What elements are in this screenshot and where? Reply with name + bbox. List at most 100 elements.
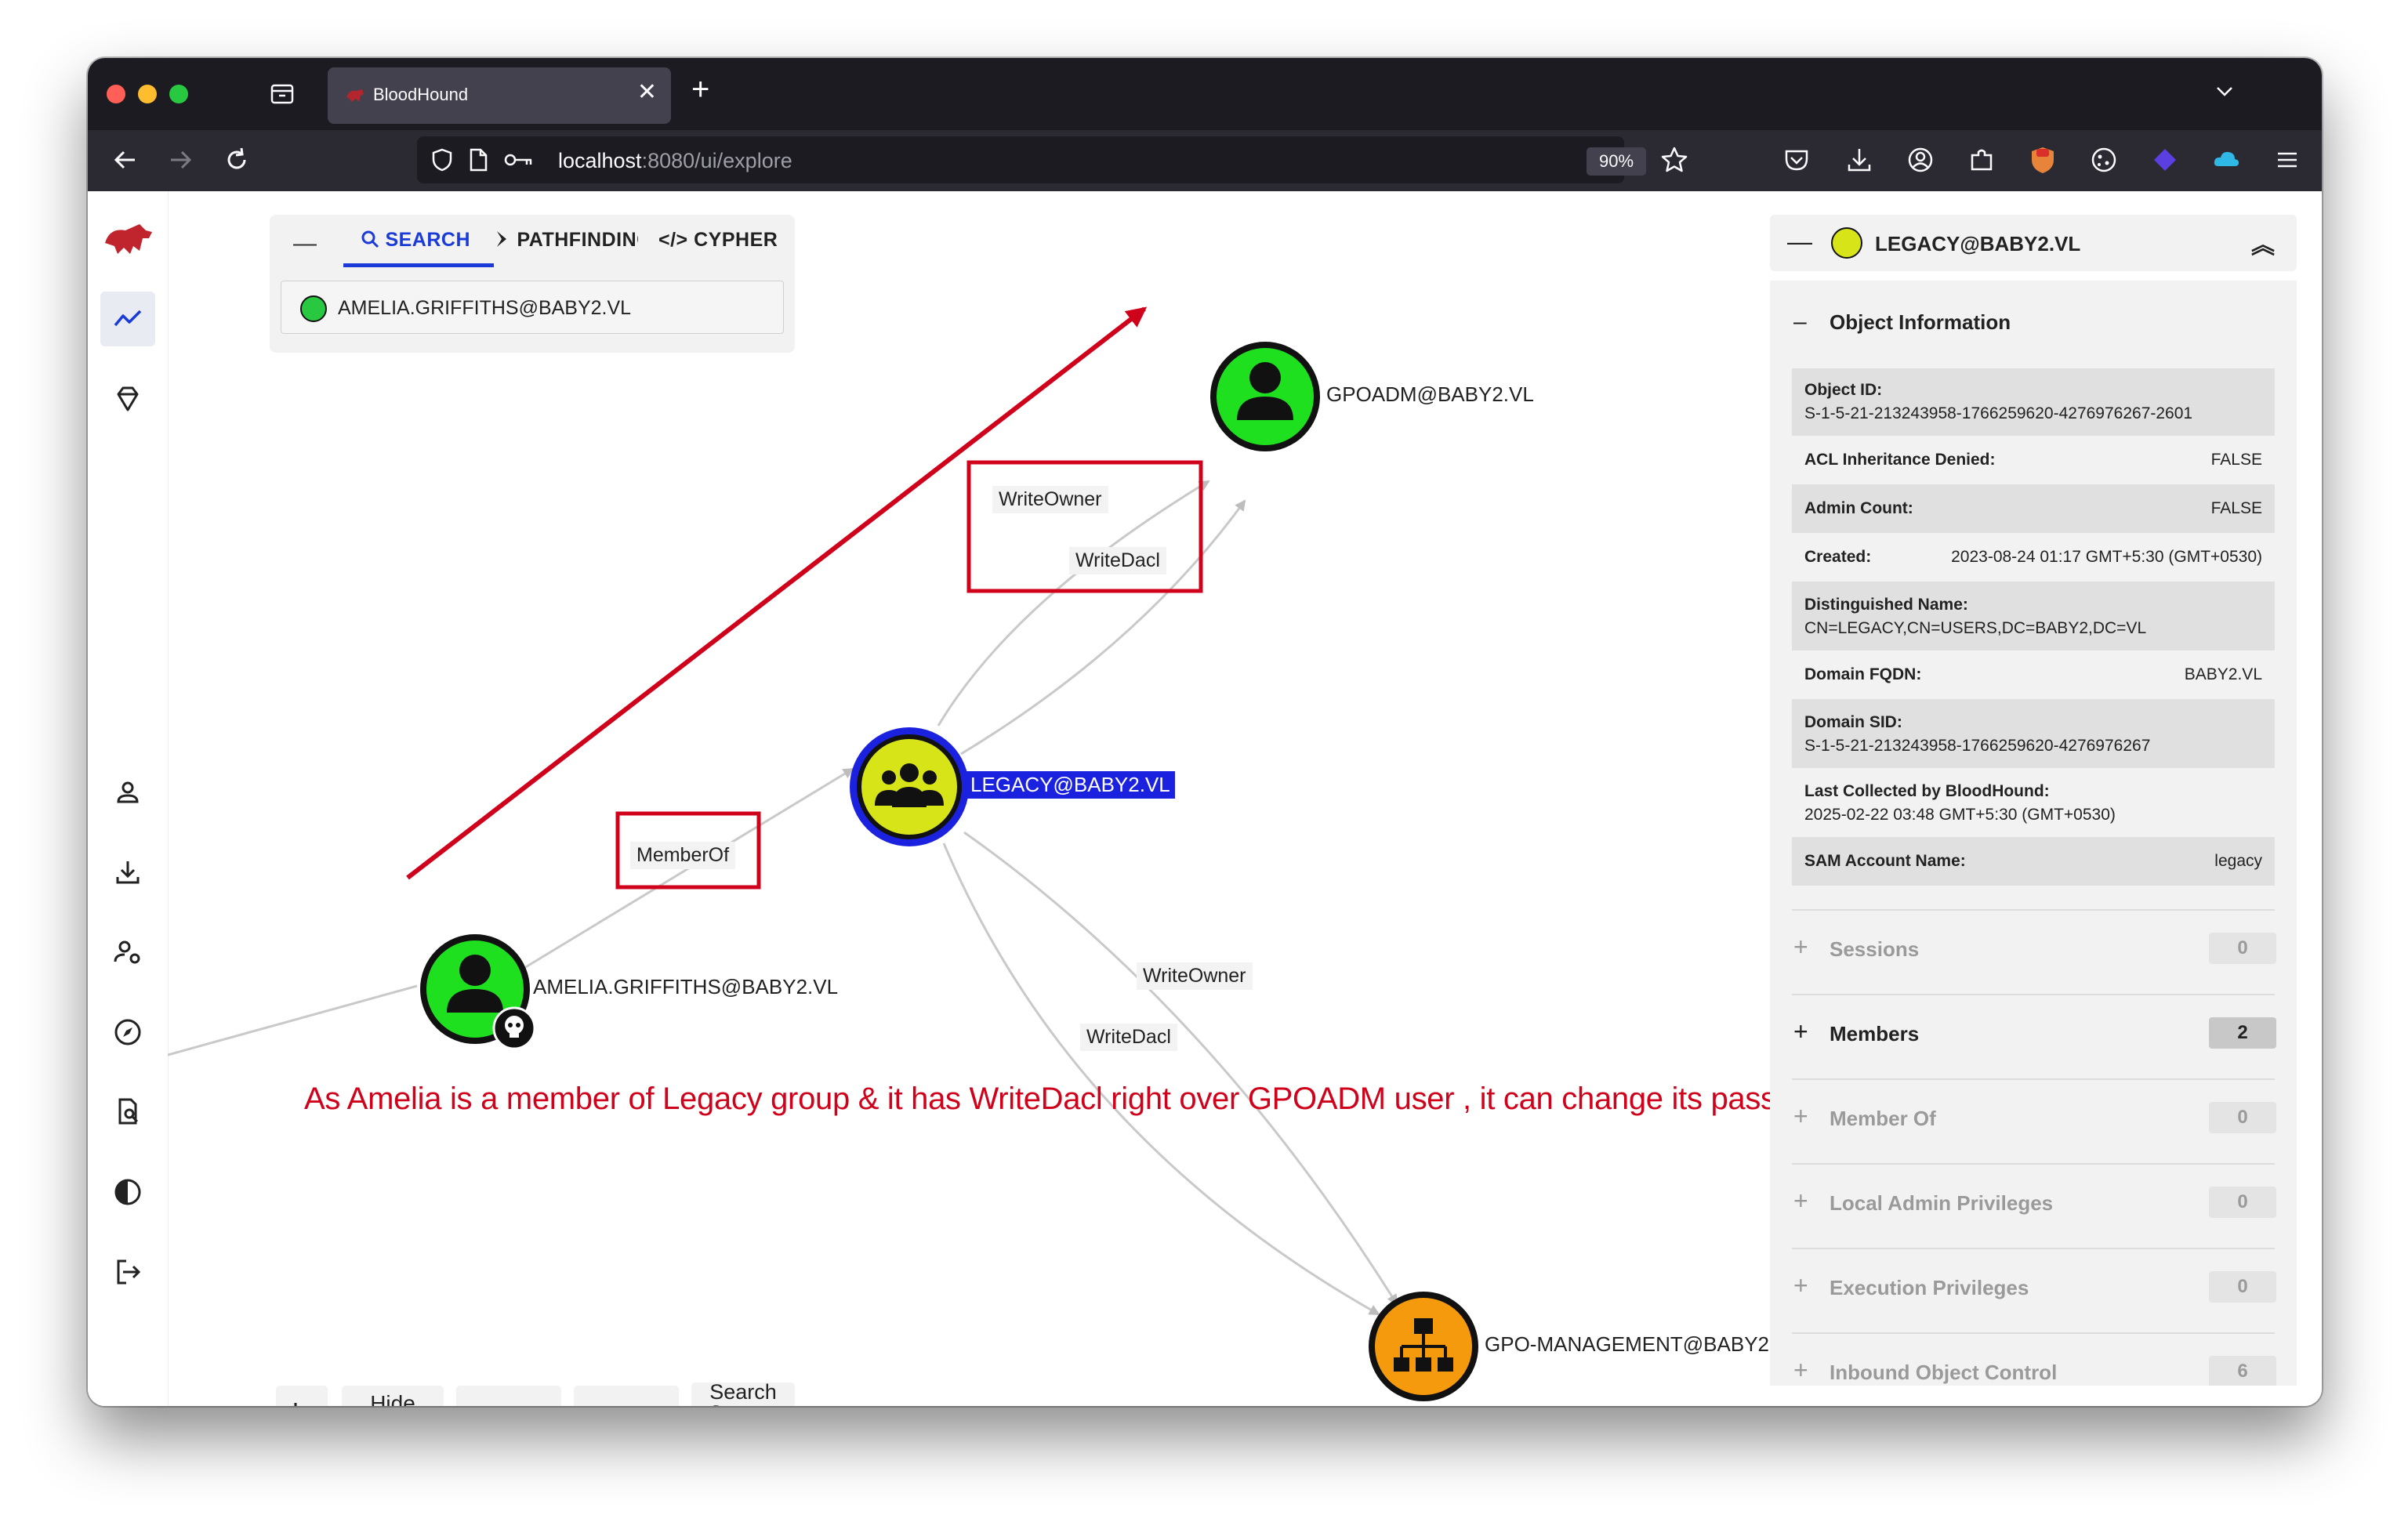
- layout-button[interactable]: Layout: [456, 1386, 561, 1406]
- forward-arrow-icon[interactable]: [166, 146, 194, 174]
- edge-label-writedacl[interactable]: WriteDacl: [1069, 547, 1166, 574]
- new-tab-button[interactable]: +: [691, 72, 709, 107]
- account-icon[interactable]: [1905, 144, 1936, 176]
- tab-search[interactable]: SEARCH: [361, 229, 470, 252]
- chevron-up-icon[interactable]: ︽: [2251, 226, 2275, 260]
- node-label-gpo-management[interactable]: GPO-MANAGEMENT@BABY2.VL: [1485, 1332, 1800, 1357]
- maximize-window-button[interactable]: [169, 85, 188, 103]
- tab-pathfinding[interactable]: PATHFINDING: [495, 229, 638, 252]
- section-execution-privileges[interactable]: + Execution Privileges 0: [1793, 1267, 2276, 1306]
- tab-groups-icon[interactable]: [270, 82, 295, 105]
- node-gpoadm[interactable]: [1210, 342, 1320, 451]
- pocket-icon[interactable]: [1781, 144, 1812, 176]
- expand-icon: +: [1793, 1187, 1808, 1215]
- search-panel-tabs: — SEARCH PATHFINDING: [270, 215, 795, 268]
- edge-label-writeowner[interactable]: WriteOwner: [992, 486, 1108, 513]
- close-window-button[interactable]: [107, 85, 125, 103]
- prop-key: Admin Count:: [1804, 499, 1913, 517]
- divider: [1792, 1332, 2275, 1334]
- search-input[interactable]: AMELIA.GRIFFITHS@BABY2.VL: [281, 281, 784, 334]
- node-label-amelia[interactable]: AMELIA.GRIFFITHS@BABY2.VL: [533, 975, 838, 999]
- explore-nav-item[interactable]: [100, 292, 155, 346]
- group-management-nav-item[interactable]: [100, 371, 155, 426]
- edge-writeowner-gpo: [963, 831, 1398, 1306]
- entity-panel-collapse-button[interactable]: —: [1787, 227, 1812, 256]
- profile-nav-item[interactable]: [100, 765, 155, 820]
- crop-button[interactable]: [276, 1386, 328, 1406]
- key-icon[interactable]: [503, 150, 535, 169]
- tab-search-label: SEARCH: [385, 229, 471, 251]
- search-panel-collapse-button[interactable]: —: [293, 230, 317, 257]
- section-members[interactable]: + Members 2: [1793, 1013, 2276, 1052]
- section-local-admin-privileges[interactable]: + Local Admin Privileges 0: [1793, 1182, 2276, 1221]
- search-current-results-button[interactable]: Search Current Results: [691, 1381, 795, 1406]
- hide-labels-button[interactable]: Hide Labels: [342, 1386, 444, 1406]
- administration-nav-item[interactable]: [100, 925, 155, 980]
- edge-label-memberof[interactable]: MemberOf: [630, 842, 736, 869]
- page-icon[interactable]: [467, 147, 489, 172]
- section-label: Sessions: [1830, 937, 1920, 961]
- expand-icon: +: [1793, 1356, 1808, 1384]
- person-icon: [117, 781, 139, 803]
- prop-key: Domain SID:: [1804, 713, 1902, 731]
- cloud-extension-icon[interactable]: [2210, 144, 2242, 176]
- entity-info-body: – Object Information Object ID: S-1-5-21-…: [1770, 281, 2297, 1386]
- edge-label-writeowner[interactable]: WriteOwner: [1137, 962, 1253, 990]
- tab-close-button[interactable]: ✕: [637, 78, 657, 106]
- chevron-down-icon[interactable]: [2214, 80, 2236, 102]
- browser-window: BloodHound ✕ + localhost:8080/ui/explore…: [88, 58, 2322, 1406]
- wappalyzer-extension-icon[interactable]: [2149, 144, 2181, 176]
- tab-cypher[interactable]: </> CYPHER: [658, 229, 778, 252]
- ublock-extension-icon[interactable]: [2027, 144, 2058, 176]
- node-label-legacy[interactable]: LEGACY@BABY2.VL: [966, 771, 1175, 799]
- url-host: localhost: [558, 149, 642, 172]
- search-panel: — SEARCH PATHFINDING: [270, 215, 795, 353]
- node-amelia[interactable]: [420, 934, 536, 1050]
- cookie-extension-icon[interactable]: [2088, 144, 2120, 176]
- section-label: Inbound Object Control: [1830, 1361, 2058, 1384]
- reload-icon[interactable]: [223, 146, 251, 174]
- downloads-icon[interactable]: [1844, 144, 1875, 176]
- prop-value: FALSE: [2210, 451, 2262, 469]
- node-gpo-management[interactable]: [1369, 1292, 1478, 1401]
- tab-bloodhound[interactable]: BloodHound ✕: [328, 67, 671, 124]
- prop-acl-inheritance-denied: ACL Inheritance Denied: FALSE: [1792, 436, 2275, 484]
- extensions-icon[interactable]: [1966, 144, 1997, 176]
- divider: [1792, 909, 2275, 911]
- back-arrow-icon[interactable]: [111, 146, 140, 174]
- bloodhound-favicon-icon: [346, 89, 364, 102]
- node-legacy[interactable]: [850, 727, 969, 846]
- node-label-gpoadm[interactable]: GPOADM@BABY2.VL: [1326, 382, 1534, 407]
- minimize-window-button[interactable]: [138, 85, 157, 103]
- annotation-text: As Amelia is a member of Legacy group & …: [304, 1082, 1844, 1116]
- edge-label-writedacl[interactable]: WriteDacl: [1080, 1024, 1177, 1051]
- section-sessions[interactable]: + Sessions 0: [1793, 928, 2276, 967]
- user-gear-icon: [114, 940, 140, 964]
- menu-icon[interactable]: [2272, 144, 2303, 176]
- trend-line-icon: [114, 310, 142, 327]
- theme-toggle-nav-item[interactable]: [100, 1165, 155, 1219]
- graph-canvas[interactable]: WriteOwner WriteDacl MemberOf WriteOwner…: [168, 191, 1850, 1406]
- section-member-of[interactable]: + Member Of 0: [1793, 1097, 2276, 1136]
- divider: [1792, 1078, 2275, 1080]
- shield-icon[interactable]: [430, 147, 455, 172]
- url-text: localhost:8080/ui/explore: [558, 149, 792, 173]
- prop-value: S-1-5-21-213243958-1766259620-4276976267: [1804, 737, 2151, 755]
- gem-icon: [117, 386, 139, 411]
- entity-info-panel: — LEGACY@BABY2.VL ︽ – Object Information …: [1770, 215, 2297, 1406]
- section-inbound-object-control[interactable]: + Inbound Object Control 6: [1793, 1351, 2276, 1386]
- export-button[interactable]: Export: [574, 1386, 679, 1406]
- documentation-nav-item[interactable]: [100, 1085, 155, 1140]
- tab-title: BloodHound: [373, 85, 469, 104]
- prop-last-collected: Last Collected by BloodHound: 2025-02-22…: [1792, 768, 2275, 837]
- logout-nav-item[interactable]: [100, 1245, 155, 1299]
- object-information-header[interactable]: – Object Information: [1793, 309, 2011, 335]
- contrast-icon: [114, 1179, 141, 1205]
- api-explorer-nav-item[interactable]: [100, 1005, 155, 1060]
- user-icon: [1249, 362, 1281, 393]
- bookmark-star-icon[interactable]: [1660, 146, 1688, 174]
- logout-icon: [117, 1259, 141, 1285]
- download-collectors-nav-item[interactable]: [100, 845, 155, 900]
- url-bar[interactable]: localhost:8080/ui/explore 90%: [417, 136, 1688, 183]
- zoom-indicator[interactable]: 90%: [1587, 147, 1646, 176]
